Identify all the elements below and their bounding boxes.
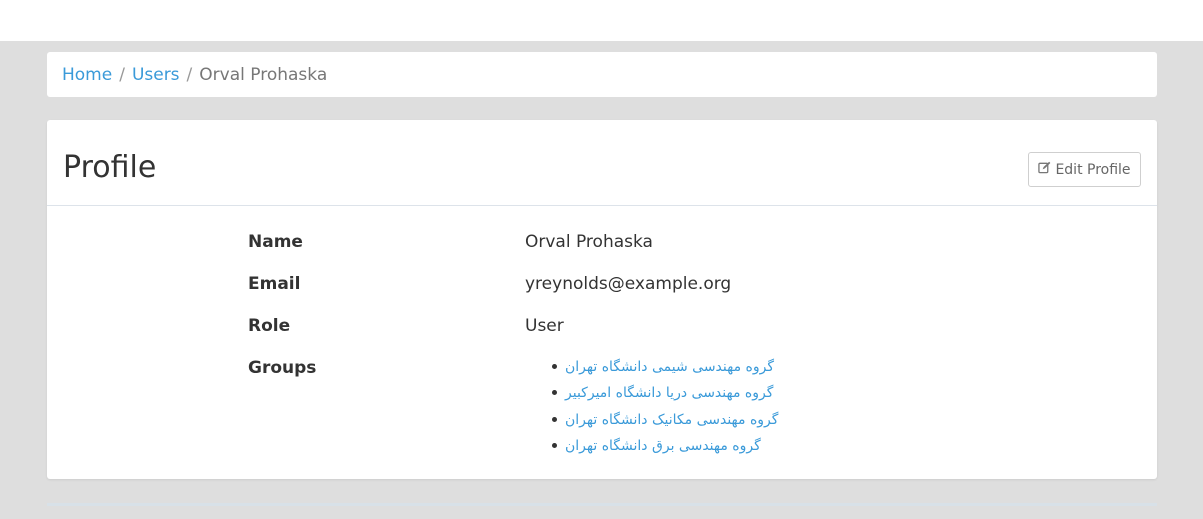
name-label: Name (248, 232, 303, 252)
top-navbar (0, 0, 1203, 41)
list-item: گروه مهندسی دریا دانشگاه امیرکبیر (525, 380, 778, 406)
breadcrumb-separator: / (119, 64, 125, 85)
group-link[interactable]: گروه مهندسی برق دانشگاه تهران (565, 438, 761, 454)
edit-icon (1038, 161, 1051, 178)
breadcrumb-current: Orval Prohaska (199, 64, 328, 85)
bullet (552, 364, 557, 369)
profile-panel: Profile Edit Profile Name Orval Prohaska… (47, 120, 1157, 479)
group-link[interactable]: گروه مهندسی دریا دانشگاه امیرکبیر (565, 385, 773, 401)
groups-list: گروه مهندسی شیمی دانشگاه تهران گروه مهند… (525, 354, 778, 459)
breadcrumb-users-link[interactable]: Users (132, 65, 180, 85)
page-title: Profile (63, 150, 157, 185)
breadcrumb-separator: / (186, 64, 193, 85)
panel-heading: Profile Edit Profile (47, 120, 1157, 206)
bullet (552, 442, 557, 448)
role-label: Role (248, 316, 291, 336)
groups-label: Groups (248, 358, 317, 378)
bullet (552, 416, 557, 422)
list-item: گروه مهندسی شیمی دانشگاه تهران (525, 354, 778, 380)
bullet (552, 390, 557, 396)
next-panel-edge (47, 503, 1157, 506)
email-label: Email (248, 274, 301, 294)
group-link[interactable]: گروه مهندسی شیمی دانشگاه تهران (565, 359, 774, 375)
email-value: yreynolds@example.org (525, 274, 732, 294)
name-value: Orval Prohaska (525, 232, 653, 252)
group-link[interactable]: گروه مهندسی مکانیک دانشگاه تهران (565, 412, 778, 428)
list-item: گروه مهندسی برق دانشگاه تهران (525, 433, 778, 459)
breadcrumb: Home / Users / Orval Prohaska (47, 52, 1157, 97)
role-value: User (525, 316, 564, 336)
edit-profile-label: Edit Profile (1055, 161, 1131, 178)
breadcrumb-home-link[interactable]: Home (62, 65, 112, 85)
list-item: گروه مهندسی مکانیک دانشگاه تهران (525, 407, 778, 433)
edit-profile-button[interactable]: Edit Profile (1028, 152, 1141, 187)
